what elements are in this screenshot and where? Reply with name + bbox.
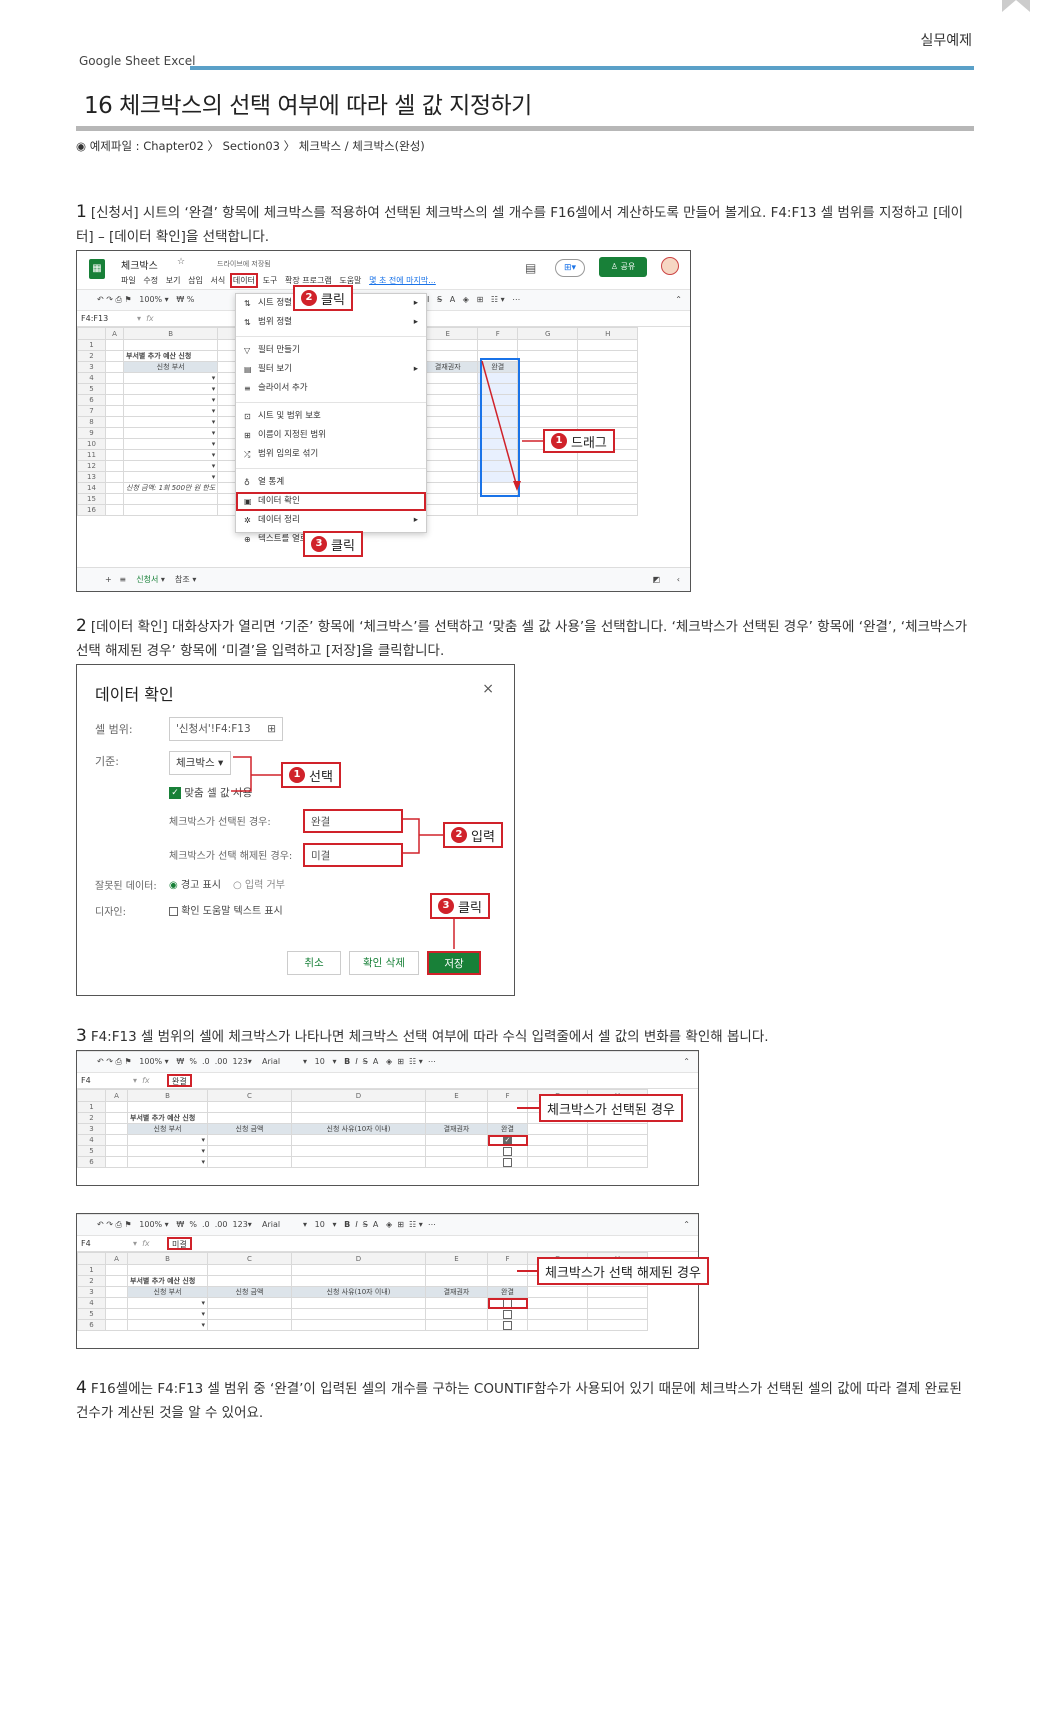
step-text: F16셀에는 F4:F13 셀 범위 중 ‘완결’이 입력된 셀의 개수를 구하…	[76, 1381, 962, 1421]
callout-text: 선택	[309, 769, 333, 785]
formula-bar: F4 ▾ fx 미결	[77, 1236, 698, 1252]
undo-icon[interactable]: ↶	[97, 1220, 104, 1229]
callout-drag: 1 드래그	[543, 429, 615, 453]
number-badge: 1	[289, 767, 305, 783]
formula-value[interactable]: 완결	[167, 1074, 192, 1087]
target-icon: ◉	[76, 139, 90, 153]
checkbox-checked[interactable]: ✓	[487, 1134, 528, 1146]
section-label: 실무예제	[920, 33, 972, 49]
number-badge: 2	[301, 290, 317, 306]
callout-input: 2 입력	[443, 822, 503, 848]
callout-click-data: 2 클릭	[293, 285, 353, 311]
title-divider	[76, 126, 974, 131]
redo-icon[interactable]: ↷	[106, 1220, 113, 1229]
collapse-icon[interactable]: ⌃	[683, 1052, 690, 1072]
step-text: [신청서] 시트의 ‘완결’ 항목에 체크박스를 적용하여 선택된 체크박스의 …	[76, 205, 964, 245]
drag-arrow	[481, 360, 543, 491]
toolbar: ↶ ↷ ⎙ ⚑ 100% ▾ ₩ % .0 .00 123▾ Arial ▾ 1…	[77, 1214, 698, 1236]
callout-text: 드래그	[571, 435, 607, 451]
print-icon[interactable]: ⎙	[116, 1057, 122, 1066]
print-icon[interactable]: ⎙	[116, 1220, 122, 1229]
callout-select: 1 선택	[281, 762, 341, 788]
file-path-text: 예제파일 : Chapter02 〉 Section03 〉 체크박스 / 체크…	[89, 139, 425, 153]
zoom-select[interactable]: 100%	[139, 1057, 162, 1066]
corner-bookmark	[1002, 0, 1030, 12]
step-3: 3 F4:F13 셀 범위의 셀에 체크박스가 나타나면 체크박스 선택 여부에 …	[76, 1024, 976, 1049]
step-2: 2 [데이터 확인] 대화상자가 열리면 ‘기준’ 항목에 ‘체크박스’를 선택하…	[76, 614, 976, 663]
step-number: 2	[76, 616, 87, 636]
font-select[interactable]: Arial	[262, 1057, 280, 1066]
step-text: F4:F13 셀 범위의 셀에 체크박스가 나타나면 체크박스 선택 여부에 따…	[90, 1029, 769, 1045]
number-badge: 3	[438, 898, 454, 914]
callout-text: 클릭	[458, 900, 482, 916]
callout-click-validation: 3 클릭	[303, 531, 363, 557]
fx-icon: ▾ fx	[133, 1076, 150, 1085]
callout-checked: 체크박스가 선택된 경우	[539, 1094, 683, 1122]
checkbox[interactable]	[487, 1156, 528, 1168]
sheet-title-cell[interactable]: 부서별 추가 예산 신청	[127, 1112, 208, 1124]
callout-text: 체크박스가 선택된 경우	[547, 1102, 675, 1118]
checkbox[interactable]	[487, 1145, 528, 1157]
step-1: 1 [신청서] 시트의 ‘완결’ 항목에 체크박스를 적용하여 선택된 체크박스의…	[76, 200, 976, 249]
sheet-title-cell[interactable]: 부서별 추가 예산 신청	[127, 1275, 208, 1287]
redo-icon[interactable]: ↷	[106, 1057, 113, 1066]
step-number: 3	[76, 1026, 87, 1046]
step-number: 1	[76, 202, 87, 222]
number-badge: 1	[551, 433, 567, 449]
step-number: 4	[76, 1378, 87, 1398]
step-text: [데이터 확인] 대화상자가 열리면 ‘기준’ 항목에 ‘체크박스’를 선택하고…	[76, 619, 968, 659]
step-4: 4 F16셀에는 F4:F13 셀 범위 중 ‘완결’이 입력된 셀의 개수를 구…	[76, 1376, 976, 1425]
page-title: 16 체크박스의 선택 여부에 따라 셀 값 지정하기	[84, 93, 532, 119]
zoom-select[interactable]: 100%	[139, 1220, 162, 1229]
font-size-select[interactable]: 10	[315, 1220, 325, 1229]
name-box[interactable]: F4	[77, 1239, 91, 1248]
checkbox[interactable]	[487, 1308, 528, 1320]
brand-divider	[190, 66, 974, 70]
screenshot-data-validation-dialog: 데이터 확인 × 셀 범위: '신청서'!F4:F13 ⊞ 기준: 체크박스 ▾ …	[76, 664, 515, 996]
callout-text: 입력	[471, 829, 495, 845]
fx-icon: ▾ fx	[133, 1239, 150, 1248]
paint-format-icon[interactable]: ⚑	[124, 1057, 131, 1066]
paint-format-icon[interactable]: ⚑	[124, 1220, 131, 1229]
callout-unchecked: 체크박스가 선택 해제된 경우	[537, 1257, 709, 1285]
brand-label: Google Sheet Excel	[79, 54, 196, 68]
callout-click: 3 클릭	[430, 893, 490, 919]
font-select[interactable]: Arial	[262, 1220, 280, 1229]
checkbox[interactable]	[487, 1319, 528, 1331]
number-badge: 3	[311, 536, 327, 552]
undo-icon[interactable]: ↶	[97, 1057, 104, 1066]
formula-bar: F4 ▾ fx 완결	[77, 1073, 698, 1089]
check-icon: ✓	[503, 1135, 512, 1145]
callout-line	[517, 1270, 537, 1272]
toolbar: ↶ ↷ ⎙ ⚑ 100% ▾ ₩ % .0 .00 123▾ Arial ▾ 1…	[77, 1051, 698, 1073]
collapse-icon[interactable]: ⌃	[683, 1215, 690, 1235]
callout-text: 클릭	[331, 538, 355, 554]
callout-line	[517, 1107, 539, 1109]
example-file-path: ◉ 예제파일 : Chapter02 〉 Section03 〉 체크박스 / …	[76, 138, 425, 154]
name-box[interactable]: F4	[77, 1076, 91, 1085]
number-badge: 2	[451, 827, 467, 843]
callout-text: 클릭	[321, 292, 345, 308]
callout-text: 체크박스가 선택 해제된 경우	[545, 1265, 701, 1281]
formula-value[interactable]: 미결	[167, 1237, 192, 1250]
screenshot-data-menu: ▦ 체크박스 ☆ 드라이브에 저장됨 파일 수정 보기 삽입 서식 데이터 도구…	[76, 250, 691, 592]
font-size-select[interactable]: 10	[315, 1057, 325, 1066]
checkbox-unchecked[interactable]	[487, 1297, 528, 1309]
